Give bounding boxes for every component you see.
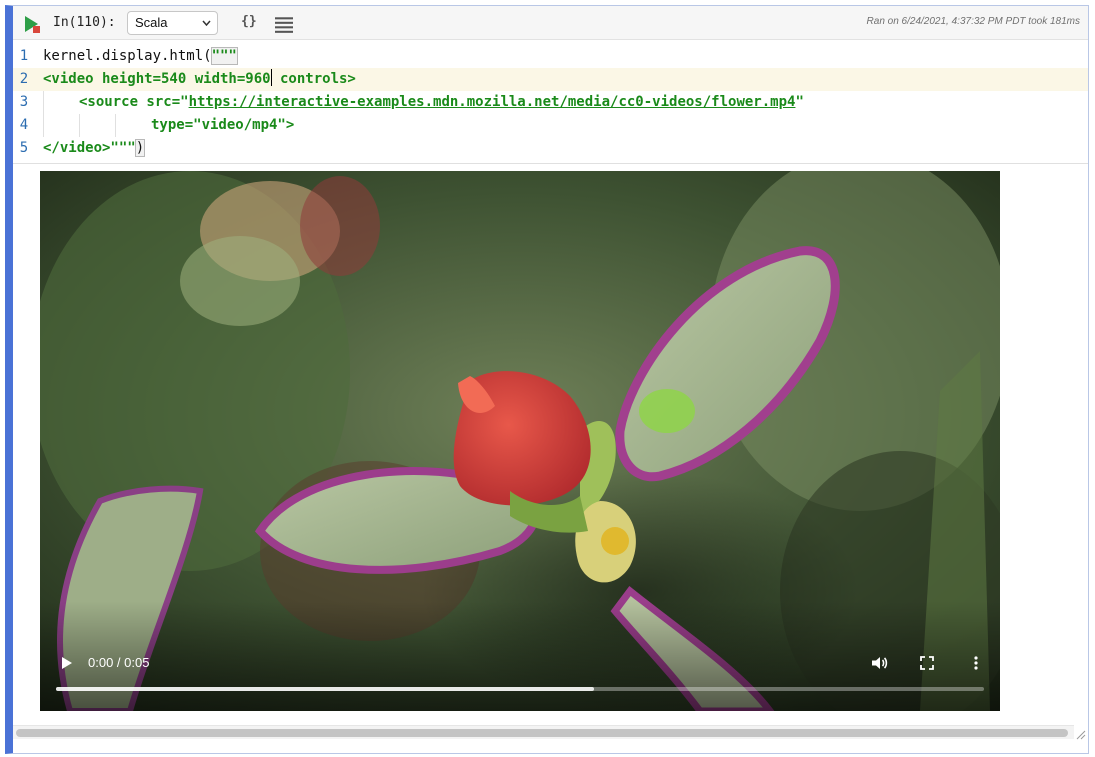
resize-icon[interactable] xyxy=(1074,728,1086,740)
code-string: """ xyxy=(210,47,238,65)
code-text: kernel.display.html(""" xyxy=(43,45,238,68)
code-text: </video>""") xyxy=(43,137,146,160)
code-text: type="video/mp4"> xyxy=(151,117,295,133)
code-token: ) xyxy=(134,139,146,157)
cell-output: 0:00 / 0:05 xyxy=(13,165,1088,731)
video-progress-bar[interactable] xyxy=(56,687,984,691)
video-progress-fill xyxy=(56,687,595,691)
fullscreen-icon[interactable] xyxy=(920,656,934,670)
code-token: <source src=" xyxy=(79,94,189,110)
run-icon[interactable] xyxy=(22,14,42,34)
code-line: 4 type="video/mp4"> xyxy=(13,114,1088,137)
line-number: 4 xyxy=(19,117,29,133)
horizontal-scrollbar[interactable] xyxy=(13,725,1074,739)
code-text: <video height=540 width=960 controls> xyxy=(43,68,356,91)
line-number: 1 xyxy=(19,48,29,64)
cell-prompt: In(110): xyxy=(53,15,116,30)
scrollbar-thumb[interactable] xyxy=(16,729,1068,737)
code-text: <source src="https://interactive-example… xyxy=(79,91,804,114)
code-token: </video>""" xyxy=(43,140,136,156)
code-line-active: 2 <video height=540 width=960 controls> xyxy=(13,68,1088,91)
indent-guide xyxy=(43,114,44,137)
run-status-text: Ran on 6/24/2021, 4:37:32 PM PDT took 18… xyxy=(866,16,1080,27)
language-select[interactable]: Scala xyxy=(127,11,218,35)
line-number: 5 xyxy=(19,140,29,156)
code-editor[interactable]: 1 kernel.display.html(""" 2 <video heigh… xyxy=(13,41,1088,164)
code-token: controls> xyxy=(271,71,356,87)
video-frame xyxy=(40,171,1000,711)
language-select-value: Scala xyxy=(135,15,168,30)
code-token: <video height=540 width=960 xyxy=(43,71,271,87)
code-line: 5 </video>""") xyxy=(13,137,1088,160)
line-number: 3 xyxy=(19,94,29,110)
code-line: 3 <source src="https://interactive-examp… xyxy=(13,91,1088,114)
video-time: 0:00 / 0:05 xyxy=(88,655,150,670)
play-icon[interactable] xyxy=(60,656,74,670)
chevron-down-icon xyxy=(202,20,211,26)
indent-guide xyxy=(79,114,80,137)
braces-icon[interactable]: {} xyxy=(241,14,259,32)
video-player[interactable]: 0:00 / 0:05 xyxy=(40,171,1000,711)
code-token: " xyxy=(795,94,804,110)
notebook-cell: In(110): Scala {} Ran on 6/24/2021, 4:37… xyxy=(5,5,1089,754)
indent-guide xyxy=(115,114,116,137)
cell-toolbar: In(110): Scala {} Ran on 6/24/2021, 4:37… xyxy=(13,6,1088,40)
code-token: kernel.display.html( xyxy=(43,48,212,64)
indent-guide xyxy=(43,91,44,114)
code-line: 1 kernel.display.html(""" xyxy=(13,45,1088,68)
video-url-link[interactable]: https://interactive-examples.mdn.mozilla… xyxy=(189,94,796,110)
menu-lines-icon[interactable] xyxy=(275,16,293,34)
volume-icon[interactable] xyxy=(870,654,888,672)
line-number: 2 xyxy=(19,71,29,87)
more-vertical-icon[interactable] xyxy=(970,655,982,671)
